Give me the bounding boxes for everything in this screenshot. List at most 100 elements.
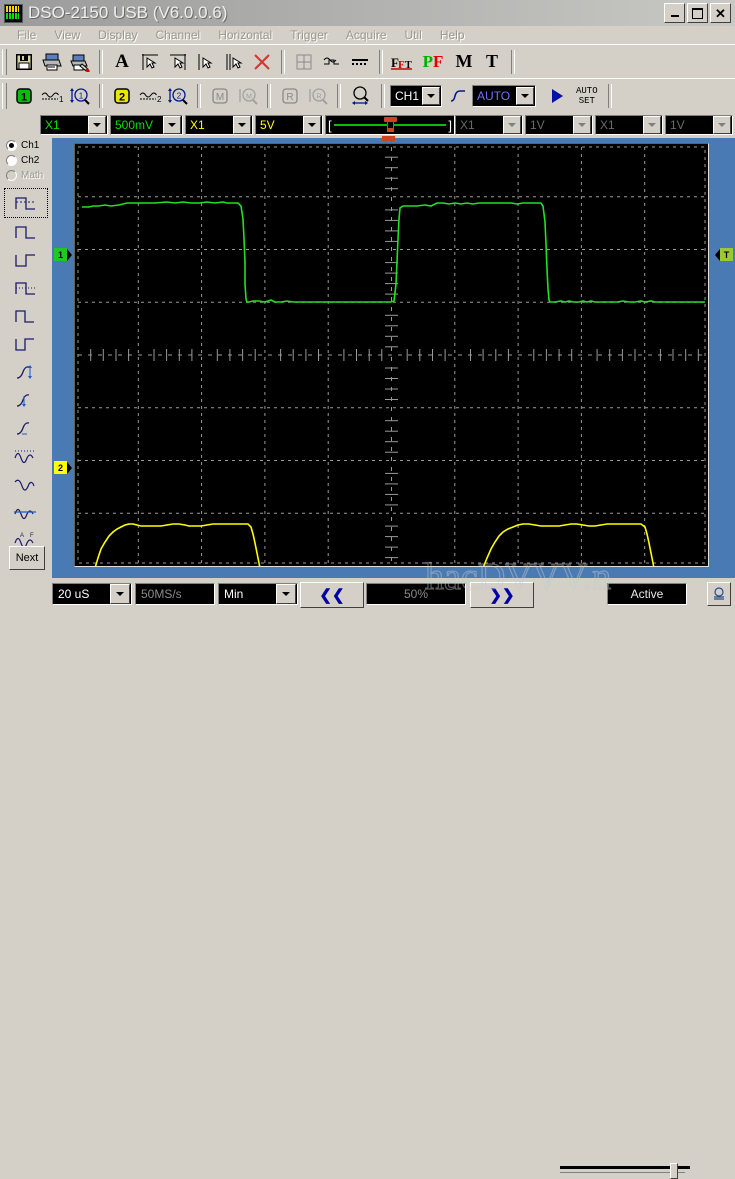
- slope-rising-icon[interactable]: [444, 82, 472, 110]
- cursor-horizontal-icon[interactable]: [136, 48, 164, 76]
- chevron-down-icon[interactable]: [110, 584, 130, 604]
- status-label: Active: [631, 587, 664, 601]
- ref-voltsdiv-select[interactable]: 1V: [665, 115, 733, 135]
- channel-toolbar-grip[interactable]: [2, 83, 7, 109]
- ref-zoom-icon[interactable]: R: [304, 82, 332, 110]
- menu-acquire[interactable]: Acquire: [337, 28, 396, 42]
- trig-pulse-pos-width-icon[interactable]: [4, 188, 48, 218]
- ch2-position-marker[interactable]: 2: [54, 461, 72, 474]
- next-button[interactable]: Next: [9, 546, 45, 570]
- close-button[interactable]: ✕: [710, 3, 731, 23]
- trigger-mode-select[interactable]: AUTO: [472, 85, 536, 107]
- acquire-mode-select[interactable]: Min: [218, 583, 298, 605]
- print-icon[interactable]: [38, 48, 66, 76]
- chevron-down-icon[interactable]: [276, 584, 296, 604]
- menu-display[interactable]: Display: [89, 28, 146, 42]
- chevron-down-icon[interactable]: [163, 116, 181, 134]
- minimize-button[interactable]: [664, 3, 685, 23]
- position-slider[interactable]: [560, 1163, 690, 1173]
- ref-enable-icon[interactable]: R: [276, 82, 304, 110]
- trig-wave-b-icon[interactable]: [5, 470, 47, 498]
- chevron-down-icon[interactable]: [503, 116, 521, 134]
- trig-pulse-fall-icon[interactable]: [5, 246, 47, 274]
- trig-edge-fall-icon[interactable]: [5, 414, 47, 442]
- cursor-clear-icon[interactable]: [248, 48, 276, 76]
- channel-toolbar: 1 1 1 2: [0, 78, 735, 112]
- math-voltsdiv-select[interactable]: 1V: [525, 115, 593, 135]
- waveform-display[interactable]: [74, 143, 709, 567]
- t-icon[interactable]: T: [478, 48, 506, 76]
- chevron-down-icon[interactable]: [233, 116, 251, 134]
- ch1-position-marker[interactable]: 1: [54, 248, 72, 261]
- math-probe-select[interactable]: X1: [455, 115, 523, 135]
- menu-help[interactable]: Help: [431, 28, 474, 42]
- timebase-select[interactable]: 20 uS: [52, 583, 132, 605]
- cursor-track-icon[interactable]: [192, 48, 220, 76]
- chevron-down-icon[interactable]: [516, 87, 534, 105]
- autoset-button[interactable]: AUTO SET: [576, 86, 598, 106]
- save-icon[interactable]: [10, 48, 38, 76]
- fastforward-icon[interactable]: ❯❯: [470, 582, 534, 608]
- ch2-wave-icon[interactable]: 2: [136, 82, 164, 110]
- pf-icon[interactable]: PF: [416, 48, 450, 76]
- horizontal-zoom-icon[interactable]: [346, 82, 376, 110]
- slider-knob[interactable]: [670, 1163, 678, 1179]
- trigger-level-marker-right[interactable]: T: [715, 248, 733, 261]
- grid-full-icon[interactable]: [290, 48, 318, 76]
- svg-text:A: A: [20, 533, 24, 539]
- text-icon[interactable]: A: [108, 48, 136, 76]
- menu-trigger[interactable]: Trigger: [281, 28, 337, 42]
- rewind-icon[interactable]: ❮❮: [300, 582, 364, 608]
- trig-pulse-fall2-icon[interactable]: [5, 330, 47, 358]
- ch2-enable-icon[interactable]: 2: [108, 82, 136, 110]
- math-zoom-icon[interactable]: M: [234, 82, 262, 110]
- trigger-source-select[interactable]: CH1: [390, 85, 442, 107]
- chevron-down-icon[interactable]: [573, 116, 591, 134]
- trig-pulse-neg-width-icon[interactable]: [5, 274, 47, 302]
- chevron-down-icon[interactable]: [713, 116, 731, 134]
- menu-channel[interactable]: Channel: [147, 28, 210, 42]
- run-play-icon[interactable]: [544, 82, 570, 110]
- trig-pulse-rise-icon[interactable]: [5, 218, 47, 246]
- ch2-probe-select[interactable]: X1: [185, 115, 253, 135]
- cursor-measure-icon[interactable]: [220, 48, 248, 76]
- resize-grip-icon[interactable]: [707, 582, 731, 606]
- menu-file[interactable]: File: [8, 28, 45, 42]
- ch1-wave-icon[interactable]: 1: [38, 82, 66, 110]
- toolbar-grip[interactable]: [2, 49, 7, 75]
- chevron-down-icon[interactable]: [643, 116, 661, 134]
- ch1-probe-select[interactable]: X1: [40, 115, 108, 135]
- trig-pulse-rise2-icon[interactable]: [5, 302, 47, 330]
- ch1-enable-icon[interactable]: 1: [10, 82, 38, 110]
- ch1-zoom-icon[interactable]: 1: [66, 82, 94, 110]
- ref-probe-select[interactable]: X1: [595, 115, 663, 135]
- grid-cross-icon[interactable]: [318, 48, 346, 76]
- radio-ch1[interactable]: Ch1: [0, 138, 52, 153]
- chevron-down-icon[interactable]: [88, 116, 106, 134]
- chevron-down-icon[interactable]: [303, 116, 321, 134]
- fft-icon[interactable]: F F T: [388, 48, 416, 76]
- trig-edge-slope-icon[interactable]: [5, 386, 47, 414]
- maximize-button[interactable]: [687, 3, 708, 23]
- math-enable-icon[interactable]: M: [206, 82, 234, 110]
- ch2-voltsdiv-select[interactable]: 5V: [255, 115, 323, 135]
- radio-ch2[interactable]: Ch2: [0, 153, 52, 168]
- trig-wave-level-icon[interactable]: [5, 498, 47, 526]
- trigger-level-marker[interactable]: [384, 117, 397, 132]
- grid-none-icon[interactable]: [346, 48, 374, 76]
- svg-text:R: R: [316, 93, 321, 100]
- ch1-voltsdiv-select[interactable]: 500mV: [110, 115, 183, 135]
- cursor-vertical-icon[interactable]: [164, 48, 192, 76]
- chevron-down-icon[interactable]: [422, 87, 440, 105]
- ch2-zoom-icon[interactable]: 2: [164, 82, 192, 110]
- radio-ch2-label: Ch2: [21, 155, 39, 166]
- trigger-level-slider[interactable]: [ ]: [325, 115, 455, 135]
- print-setup-icon[interactable]: [66, 48, 94, 76]
- trig-wave-a-icon[interactable]: [5, 442, 47, 470]
- menu-view[interactable]: View: [45, 28, 89, 42]
- trig-edge-rise-icon[interactable]: [5, 358, 47, 386]
- m-icon[interactable]: M: [450, 48, 478, 76]
- menu-horizontal[interactable]: Horizontal: [209, 28, 281, 42]
- waveform-svg: [75, 144, 708, 566]
- menu-util[interactable]: Util: [396, 28, 431, 42]
